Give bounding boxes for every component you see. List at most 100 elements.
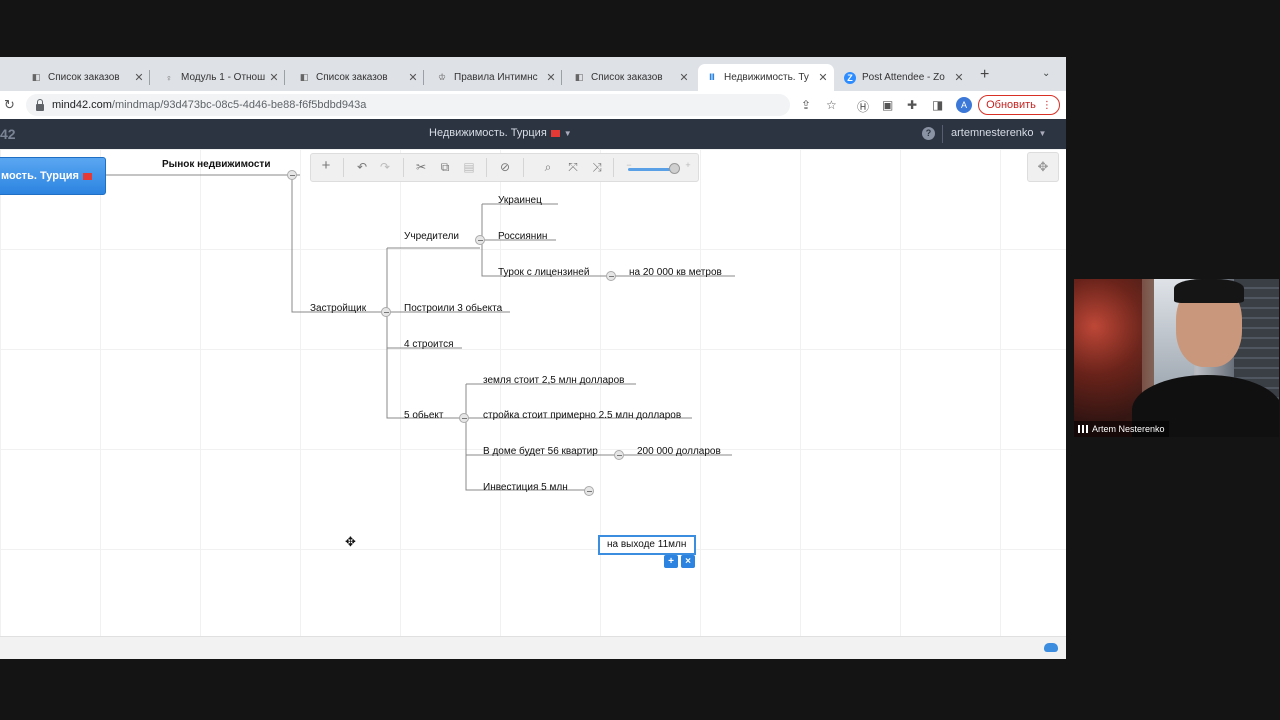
user-menu[interactable]: artemnesterenko ▼ bbox=[951, 127, 1046, 139]
toolbar-divider bbox=[343, 158, 344, 177]
node-developer[interactable]: Застройщик bbox=[310, 303, 366, 314]
turkey-flag-icon bbox=[82, 172, 92, 180]
new-tab-button[interactable]: + bbox=[980, 66, 989, 84]
add-child-button[interactable]: + bbox=[664, 555, 678, 568]
mindmap-connectors bbox=[106, 174, 735, 491]
tab-label: Список заказов bbox=[316, 72, 388, 83]
close-icon[interactable]: ✕ bbox=[544, 71, 558, 84]
address-bar: ↻ mind42.com /mindmap/93d473bc-08c5-4d46… bbox=[0, 91, 1066, 120]
copy-icon[interactable]: ⧉ bbox=[437, 160, 453, 175]
cloud-sync-icon bbox=[1044, 643, 1058, 652]
paste-icon[interactable]: ▤ bbox=[461, 160, 477, 174]
delete-icon[interactable]: ⊘ bbox=[497, 160, 513, 174]
node-price[interactable]: 200 000 долларов bbox=[637, 446, 721, 457]
collapse-toggle-investment[interactable] bbox=[584, 486, 594, 496]
collapse-toggle-market[interactable] bbox=[287, 170, 297, 180]
shrink-icon[interactable]: ⤨ bbox=[589, 160, 605, 175]
close-icon[interactable]: ✕ bbox=[952, 71, 966, 84]
tab-label: Список заказов bbox=[591, 72, 663, 83]
tab-label: Post Attendee - Zo bbox=[862, 72, 945, 83]
reload-icon[interactable]: ↻ bbox=[4, 97, 15, 113]
root-node[interactable]: мость. Турция bbox=[0, 157, 106, 195]
close-icon[interactable]: ✕ bbox=[677, 71, 691, 84]
caret-down-icon: ▼ bbox=[1038, 129, 1047, 138]
help-icon[interactable]: ? bbox=[922, 127, 935, 140]
person-hair bbox=[1174, 279, 1244, 303]
zoom-slider-handle[interactable] bbox=[669, 163, 680, 174]
node-ukrainian[interactable]: Украинец bbox=[498, 195, 542, 206]
node-market[interactable]: Рынок недвижимости bbox=[162, 159, 270, 170]
collapse-toggle-turk[interactable] bbox=[606, 271, 616, 281]
update-button[interactable]: Обновить ⋮ bbox=[978, 95, 1060, 115]
tab-separator bbox=[284, 70, 285, 85]
webcam-video: Artem Nesterenko bbox=[1074, 279, 1279, 437]
tab-post-attendee[interactable]: Z Post Attendee - Zo ✕ bbox=[836, 64, 970, 91]
fit-screen-icon[interactable]: ⤧ bbox=[565, 160, 581, 175]
redo-icon[interactable]: ↷ bbox=[377, 160, 393, 174]
tab-search-chevron-icon[interactable]: ⌄ bbox=[1042, 68, 1050, 79]
username: artemnesterenko bbox=[951, 127, 1034, 139]
collapse-toggle-founders[interactable] bbox=[475, 235, 485, 245]
node-exit-editing[interactable]: на выходе 11млн bbox=[598, 535, 696, 555]
node-founders[interactable]: Учредители bbox=[404, 231, 459, 242]
close-icon[interactable]: ✕ bbox=[406, 71, 420, 84]
tab-label: Модуль 1 - Отнош bbox=[181, 72, 266, 83]
profile-avatar[interactable]: A bbox=[956, 97, 972, 113]
undo-icon[interactable]: ↶ bbox=[354, 160, 370, 174]
map-title-text: Недвижимость. Турция bbox=[429, 127, 547, 139]
move-cursor-icon: ✥ bbox=[345, 534, 356, 549]
map-title[interactable]: Недвижимость. Турция ▼ bbox=[429, 127, 572, 139]
cut-icon[interactable]: ✂ bbox=[413, 160, 429, 174]
lock-icon bbox=[36, 98, 44, 111]
url-path: /mindmap/93d473bc-08c5-4d46-be88-f6f5bdb… bbox=[111, 99, 367, 111]
star-icon[interactable]: ☆ bbox=[826, 98, 837, 112]
app-header: 42 Недвижимость. Турция ▼ ? artemnesteren… bbox=[0, 119, 1066, 149]
tab-separator bbox=[423, 70, 424, 85]
status-bar bbox=[0, 636, 1066, 659]
trophy-icon: ♔ bbox=[437, 72, 447, 82]
collapse-toggle-developer[interactable] bbox=[381, 307, 391, 317]
url-host: mind42.com bbox=[52, 99, 112, 111]
mindmap-canvas[interactable]: мость. Турция Рынок недвижимости Застрой… bbox=[0, 149, 1066, 636]
tab-label: Список заказов bbox=[48, 72, 120, 83]
zoom-in-icon[interactable]: + bbox=[680, 160, 696, 170]
extension-box-icon[interactable]: ▣ bbox=[882, 98, 893, 112]
tab-orders-1[interactable]: ◧ Список заказов ✕ bbox=[22, 64, 150, 91]
tab-label: Недвижимость. Ту bbox=[724, 72, 809, 83]
tab-orders-3[interactable]: ◧ Список заказов ✕ bbox=[565, 64, 695, 91]
node-built[interactable]: Построили 3 обьекта bbox=[404, 303, 502, 314]
search-icon[interactable]: ⌕ bbox=[540, 160, 556, 175]
node-fifth-object[interactable]: 5 обьект bbox=[404, 410, 443, 421]
update-button-label: Обновить bbox=[986, 99, 1036, 111]
node-investment[interactable]: Инвестиция 5 млн bbox=[483, 482, 568, 493]
add-node-icon[interactable]: + bbox=[318, 157, 334, 174]
share-icon[interactable]: ⇪ bbox=[801, 98, 811, 112]
toolbar-divider bbox=[613, 158, 614, 177]
node-construction[interactable]: стройка стоит примерно 2.5 млн долларов bbox=[483, 410, 681, 421]
tab-module-1[interactable]: ♀ Модуль 1 - Отнош ✕ bbox=[155, 64, 285, 91]
node-apartments[interactable]: В доме будет 56 квартир bbox=[483, 446, 598, 457]
close-icon[interactable]: ✕ bbox=[267, 71, 281, 84]
node-russian[interactable]: Россиянин bbox=[498, 231, 547, 242]
omnibox[interactable]: mind42.com /mindmap/93d473bc-08c5-4d46-b… bbox=[26, 94, 790, 116]
notion-icon: ◧ bbox=[574, 72, 584, 82]
notion-icon: ◧ bbox=[299, 72, 309, 82]
delete-node-button[interactable]: × bbox=[681, 555, 695, 568]
node-building[interactable]: 4 строится bbox=[404, 339, 454, 350]
tab-rules[interactable]: ♔ Правила Интимнс ✕ bbox=[428, 64, 562, 91]
collapse-toggle-apartments[interactable] bbox=[614, 450, 624, 460]
node-turk[interactable]: Турок с лицензиней bbox=[498, 267, 589, 278]
participant-name-bar: Artem Nesterenko bbox=[1074, 421, 1169, 437]
node-area[interactable]: на 20 000 кв метров bbox=[629, 267, 722, 278]
puzzle-icon[interactable]: ✚ bbox=[907, 98, 917, 112]
extension-h-icon[interactable]: Ⓗ bbox=[857, 98, 869, 115]
root-node-label: мость. Турция bbox=[1, 170, 79, 182]
side-panel-icon[interactable]: ◨ bbox=[932, 98, 943, 112]
tab-orders-2[interactable]: ◧ Список заказов ✕ bbox=[290, 64, 424, 91]
tab-real-estate[interactable]: Ⅱ Недвижимость. Ту ✕ bbox=[698, 64, 834, 91]
close-icon[interactable]: ✕ bbox=[132, 71, 146, 84]
close-icon[interactable]: ✕ bbox=[816, 71, 830, 84]
node-land[interactable]: земля стоит 2,5 млн долларов bbox=[483, 375, 624, 386]
center-map-icon[interactable]: ✥ bbox=[1027, 152, 1059, 182]
collapse-toggle-fifth[interactable] bbox=[459, 413, 469, 423]
